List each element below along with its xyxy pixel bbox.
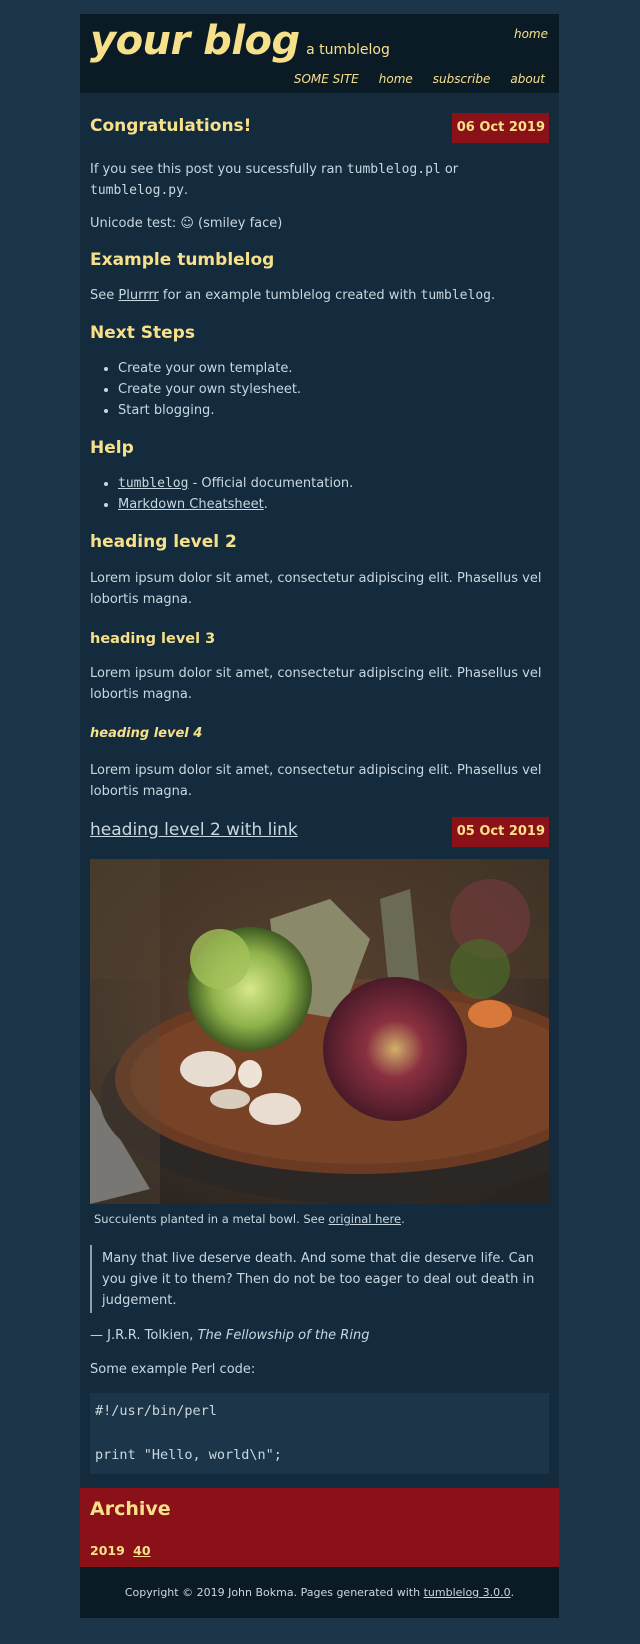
archive-line: 2019 40: [90, 1543, 151, 1558]
tumblelog-docs-code: tumblelog: [118, 476, 189, 491]
post-congratulations: Congratulations! 06 Oct 2019 If you see …: [90, 93, 549, 802]
list-item: Create your own stylesheet.: [118, 379, 549, 400]
example-end: .: [490, 288, 496, 303]
list-item: Start blogging.: [118, 400, 549, 421]
code-tumblelog: tumblelog: [420, 288, 491, 303]
code-tumblelog-pl: tumblelog.pl: [346, 162, 441, 177]
markdown-cheatsheet-link[interactable]: Markdown Cheatsheet: [118, 497, 264, 512]
heading-example-tumblelog: Example tumblelog: [90, 250, 275, 270]
post-date-badge[interactable]: 06 Oct 2019: [451, 113, 549, 143]
top-home-link[interactable]: home: [514, 27, 548, 41]
heading-level-3: heading level 3: [90, 631, 216, 647]
code-line: #!/usr/bin/perl: [95, 1403, 217, 1419]
post-title-link[interactable]: heading level 2 with link: [90, 820, 298, 840]
code-intro: Some example Perl code:: [90, 1362, 256, 1377]
original-here-link[interactable]: original here: [329, 1212, 402, 1226]
tumblelog-version-link[interactable]: tumblelog 3.0.0: [424, 1586, 511, 1599]
blog-subtitle: a tumblelog: [306, 42, 390, 58]
perl-code-block: #!/usr/bin/perl print "Hello, world\n";: [90, 1393, 549, 1474]
post-date-badge[interactable]: 05 Oct 2019: [451, 817, 549, 847]
archive-title: Archive: [90, 1498, 171, 1520]
main-nav: SOME SITE home subscribe about: [294, 72, 559, 86]
heading-level-2: heading level 2: [90, 532, 237, 552]
quote-attribution: — J.R.R. Tolkien, The Fellowship of the …: [90, 1325, 549, 1346]
footer-copyright: Copyright © 2019 John Bokma. Pages gener…: [124, 1586, 424, 1599]
caption-text: Succulents planted in a metal bowl. See: [94, 1212, 329, 1226]
archive-year: 2019: [90, 1543, 125, 1558]
help-text: .: [263, 497, 268, 512]
list-item: tumblelog - Official documentation.: [118, 473, 549, 494]
intro-period: .: [183, 183, 189, 198]
post-heading-link: heading level 2 with link 05 Oct 2019 Su…: [90, 802, 549, 1488]
example-paragraph: See Plurrrr for an example tumblelog cre…: [90, 285, 549, 306]
next-steps-list: Create your own template. Create your ow…: [90, 358, 549, 421]
nav-about[interactable]: about: [510, 72, 545, 86]
nav-some-site[interactable]: SOME SITE: [294, 72, 359, 86]
tolkien-quote: Many that live deserve death. And some t…: [90, 1245, 549, 1313]
tumblelog-docs-link[interactable]: tumblelog: [118, 476, 188, 491]
lorem-paragraph: Lorem ipsum dolor sit amet, consectetur …: [90, 666, 542, 702]
heading-next-steps: Next Steps: [90, 323, 195, 343]
succulents-image: [90, 859, 549, 1204]
heading-help: Help: [90, 438, 134, 458]
succulents-photo: [90, 859, 549, 1204]
brand: your blog a tumblelog: [90, 18, 390, 64]
footer-period: .: [510, 1586, 515, 1599]
code-line: print "Hello, world\n";: [95, 1447, 282, 1463]
nav-home[interactable]: home: [379, 72, 413, 86]
attribution-work: The Fellowship of the Ring: [197, 1328, 370, 1343]
intro-or: or: [440, 162, 459, 177]
archive-week-link[interactable]: 40: [133, 1543, 150, 1558]
photo-caption: Succulents planted in a metal bowl. See …: [90, 1210, 549, 1228]
intro-paragraph: If you see this post you sucessfully ran…: [90, 159, 549, 201]
main-content: Congratulations! 06 Oct 2019 If you see …: [80, 93, 559, 1488]
nav-subscribe[interactable]: subscribe: [433, 72, 491, 86]
attribution-author: — J.R.R. Tolkien,: [90, 1328, 198, 1343]
heading-level-4: heading level 4: [90, 726, 203, 741]
archive-section: Archive 2019 40: [80, 1488, 559, 1567]
code-tumblelog-py: tumblelog.py: [90, 183, 184, 198]
unicode-test: Unicode test: ☺ (smiley face): [90, 216, 283, 231]
site-footer: Copyright © 2019 John Bokma. Pages gener…: [80, 1567, 559, 1618]
lorem-paragraph: Lorem ipsum dolor sit amet, consectetur …: [90, 571, 542, 607]
plurrrr-link[interactable]: Plurrrr: [118, 288, 158, 303]
lorem-paragraph: Lorem ipsum dolor sit amet, consectetur …: [90, 763, 542, 799]
blog-title-link[interactable]: your blog: [90, 18, 300, 64]
caption-period: .: [401, 1212, 405, 1226]
site-header: your blog a tumblelog home SOME SITE hom…: [80, 14, 559, 93]
help-text: - Official documentation.: [188, 476, 354, 491]
example-see: See: [90, 288, 119, 303]
list-item: Markdown Cheatsheet.: [118, 494, 549, 515]
example-mid: for an example tumblelog created with: [158, 288, 421, 303]
page-container: your blog a tumblelog home SOME SITE hom…: [80, 14, 559, 1618]
help-list: tumblelog - Official documentation. Mark…: [90, 473, 549, 515]
list-item: Create your own template.: [118, 358, 549, 379]
intro-text: If you see this post you sucessfully ran: [90, 162, 347, 177]
